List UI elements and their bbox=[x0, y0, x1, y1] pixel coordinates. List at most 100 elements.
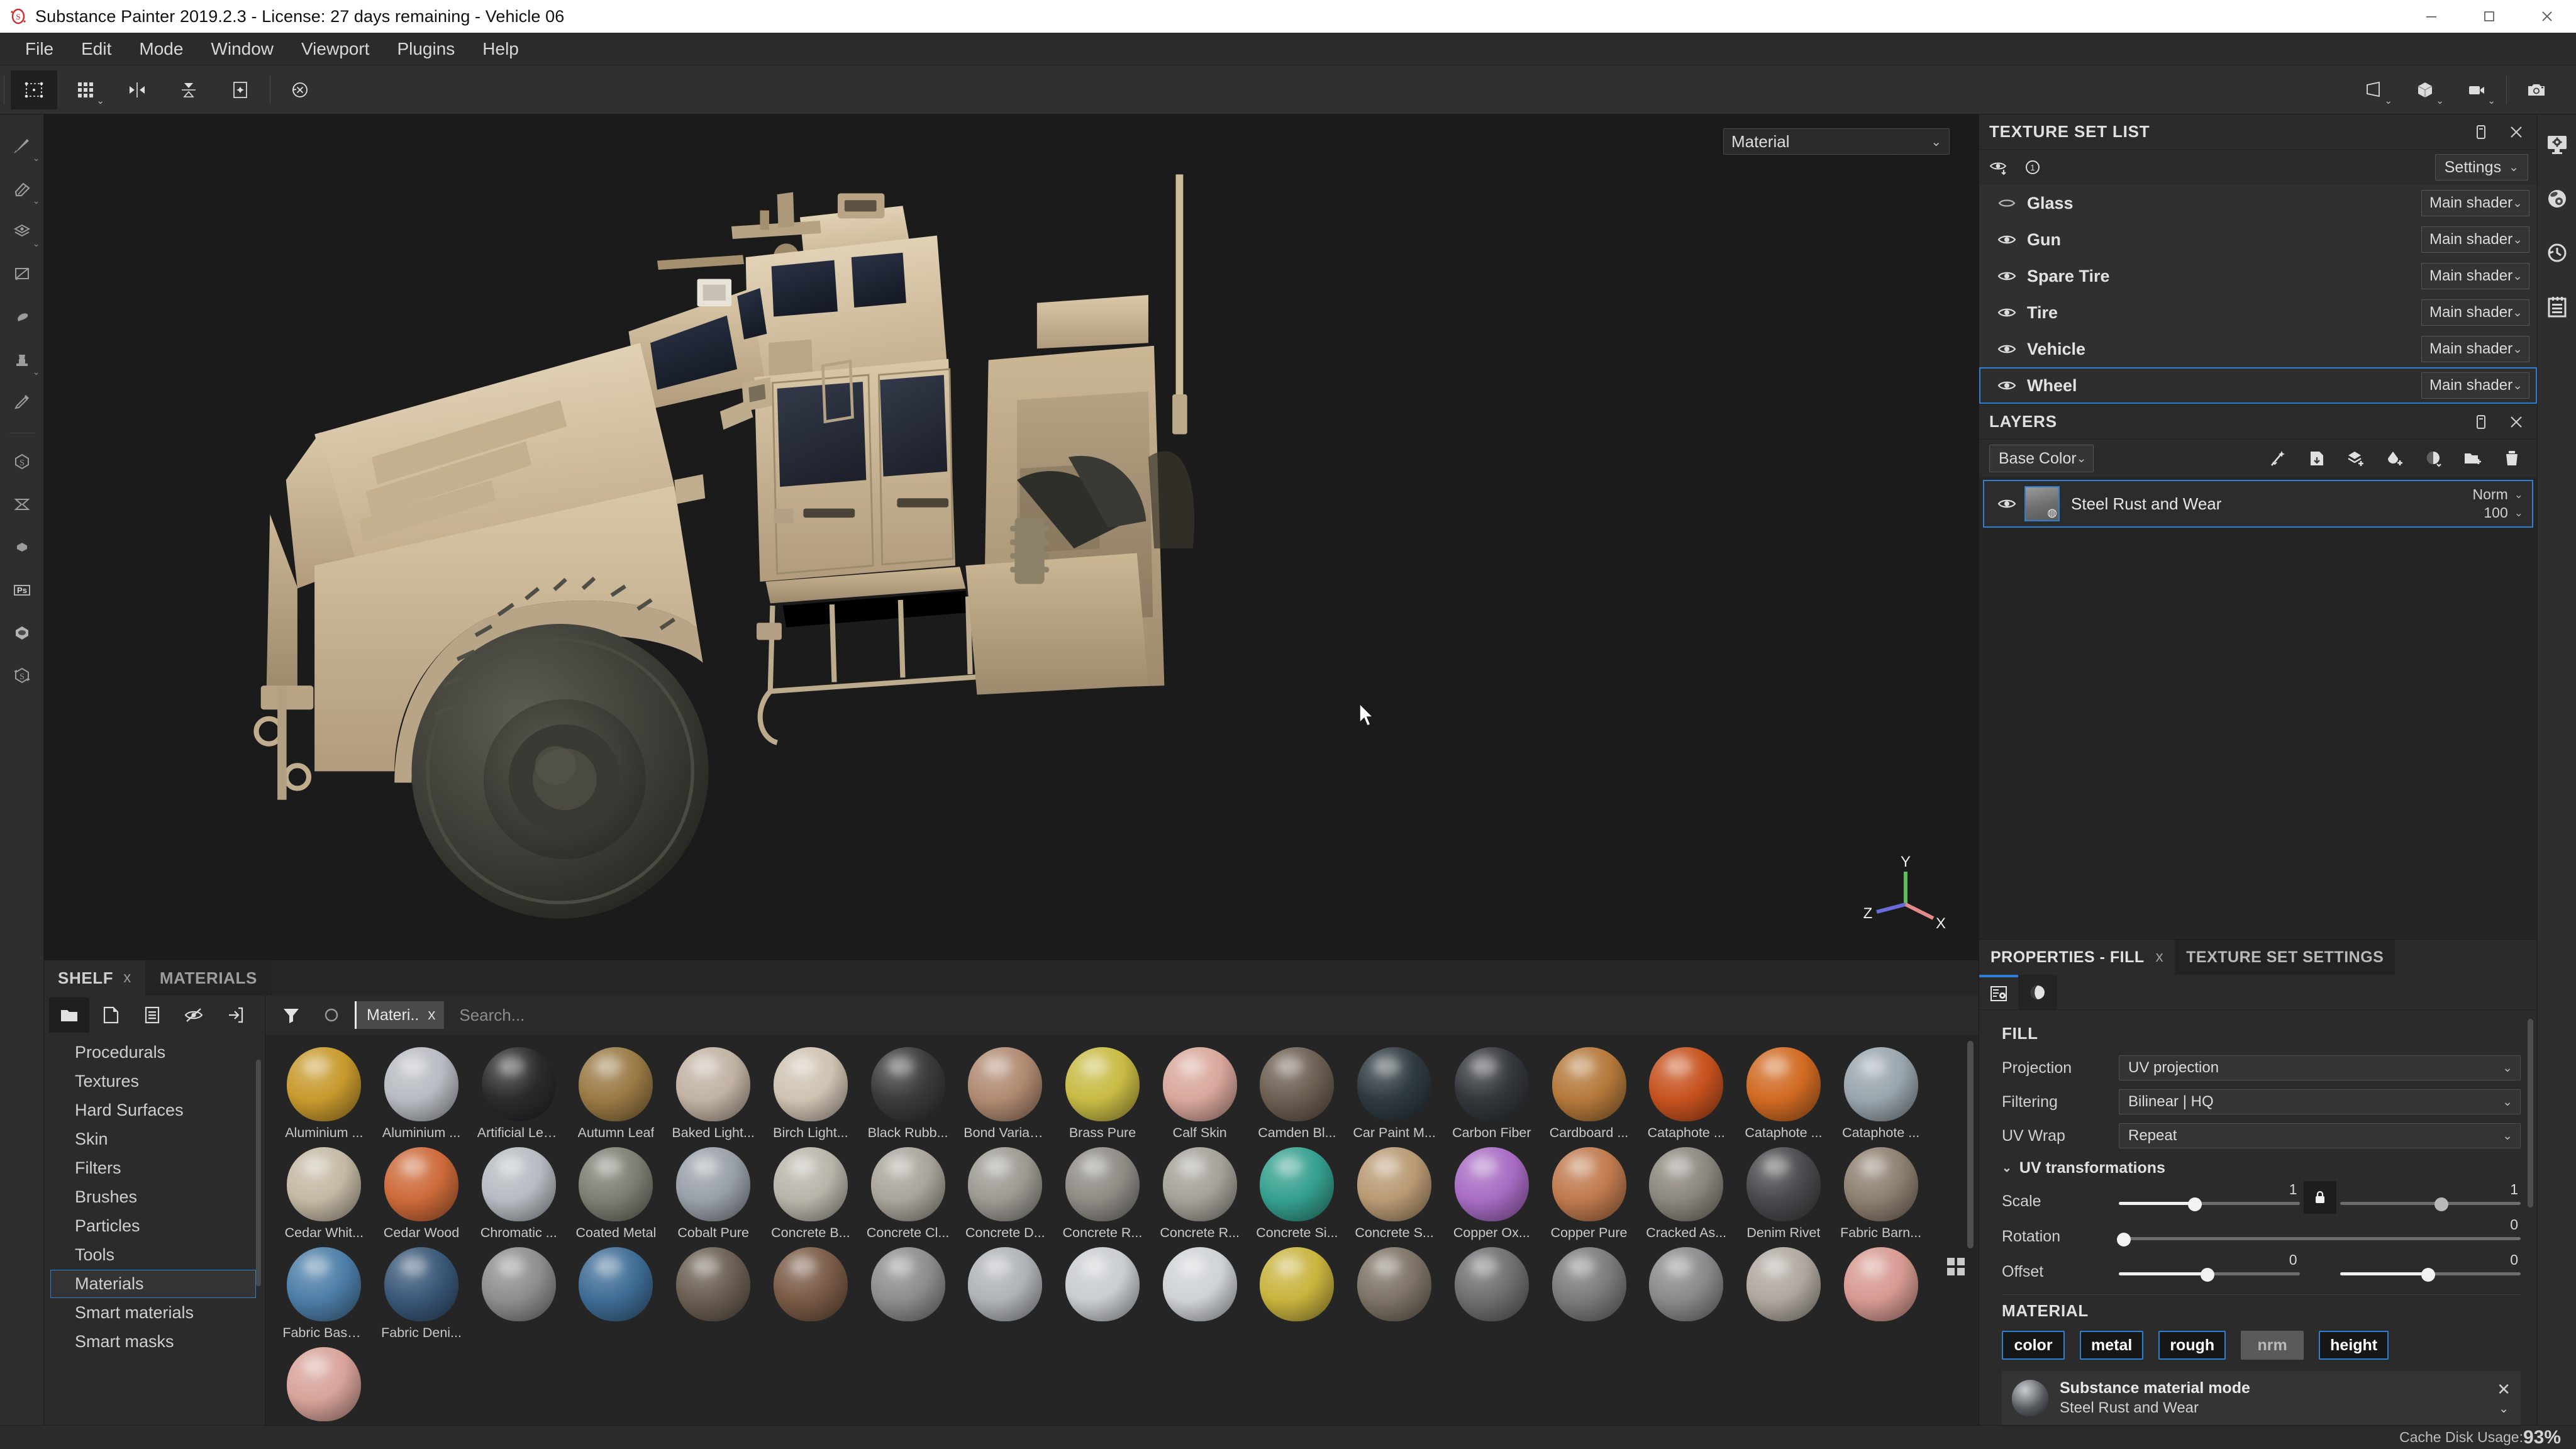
material-thumbnail-cell[interactable]: Concrete B... bbox=[762, 1141, 860, 1241]
smudge-icon[interactable] bbox=[3, 297, 42, 336]
material-channel-nrm[interactable]: nrm bbox=[2241, 1331, 2304, 1360]
list-view-icon[interactable] bbox=[132, 997, 172, 1033]
material-thumbnail-cell[interactable]: Concrete S... bbox=[1346, 1141, 1443, 1241]
material-thumbnail-cell[interactable]: Fabric Base... bbox=[275, 1241, 373, 1341]
eye-visible-icon[interactable] bbox=[1994, 303, 2019, 322]
slider-knob[interactable] bbox=[2187, 1197, 2202, 1211]
shelf-cat-procedurals[interactable]: Procedurals bbox=[50, 1038, 256, 1067]
eye-visible-icon[interactable] bbox=[1994, 267, 2019, 286]
close-icon[interactable]: x bbox=[123, 969, 131, 987]
material-thumbnail-cell[interactable]: Camden Bl... bbox=[1248, 1041, 1346, 1141]
sketchfab-icon[interactable] bbox=[3, 613, 42, 652]
material-thumbnail-cell[interactable]: Fabric Deni... bbox=[373, 1241, 470, 1341]
material-thumbnail-cell[interactable]: Black Rubb... bbox=[859, 1041, 957, 1141]
shelf-cat-materials[interactable]: Materials bbox=[50, 1270, 256, 1298]
shelf-cat-brushes[interactable]: Brushes bbox=[50, 1183, 256, 1211]
texture-set-row[interactable]: Gun Main shader ⌄ bbox=[1979, 221, 2537, 258]
tab-texture-set-settings[interactable]: TEXTURE SET SETTINGS bbox=[2175, 940, 2396, 975]
material-thumbnail-cell[interactable]: Fabric Barn... bbox=[1832, 1141, 1929, 1241]
material-thumbnail-cell[interactable]: Denim Rivet bbox=[1735, 1141, 1833, 1241]
add-fill-layer-icon[interactable] bbox=[2343, 446, 2368, 471]
material-thumbnail-cell[interactable] bbox=[859, 1241, 957, 1341]
substance-share-icon[interactable] bbox=[3, 528, 42, 567]
slider-knob[interactable] bbox=[2116, 1233, 2131, 1246]
material-thumbnail-cell[interactable] bbox=[275, 1341, 373, 1425]
anchor-point-icon[interactable] bbox=[2304, 446, 2329, 471]
material-channel-height[interactable]: height bbox=[2319, 1331, 2389, 1360]
properties-scrollbar[interactable] bbox=[2528, 1019, 2533, 1208]
bake-hourglass-icon[interactable] bbox=[3, 485, 42, 524]
shelf-cat-filters[interactable]: Filters bbox=[50, 1154, 256, 1182]
trash-icon[interactable] bbox=[2499, 446, 2524, 471]
lock-closed-icon[interactable] bbox=[2303, 1181, 2336, 1214]
add-paint-layer-icon[interactable] bbox=[2382, 446, 2407, 471]
layer-row[interactable]: ◍ Steel Rust and Wear Norm ⌄ 100 ⌄ bbox=[1983, 480, 2533, 528]
material-thumbnail-cell[interactable]: Aluminium ... bbox=[373, 1041, 470, 1141]
material-channel-metal[interactable]: metal bbox=[2080, 1331, 2144, 1360]
material-thumbnail-cell[interactable]: Birch Light... bbox=[762, 1041, 860, 1141]
material-thumbnail-cell[interactable] bbox=[1248, 1241, 1346, 1341]
close-icon[interactable] bbox=[2506, 411, 2527, 433]
material-thumbnail-cell[interactable]: Cataphote ... bbox=[1832, 1041, 1929, 1141]
eraser-icon[interactable]: ⌄ bbox=[3, 169, 42, 208]
clock-history-icon[interactable] bbox=[2541, 236, 2573, 269]
projection-icon[interactable]: ⌄ bbox=[3, 211, 42, 250]
shader-selector[interactable]: Main shader ⌄ bbox=[2421, 372, 2529, 399]
material-grid-scrollbar[interactable] bbox=[1967, 1041, 1974, 1248]
substance-launcher-icon[interactable]: S bbox=[3, 656, 42, 695]
undock-panel-icon[interactable] bbox=[2470, 411, 2492, 433]
menu-edit[interactable]: Edit bbox=[67, 35, 125, 63]
menu-window[interactable]: Window bbox=[197, 35, 287, 63]
offset-v-slider[interactable]: 0 bbox=[2340, 1252, 2521, 1284]
chevron-down-icon[interactable]: ⌄ bbox=[2499, 1402, 2509, 1416]
close-icon[interactable]: x bbox=[2156, 948, 2164, 966]
add-mask-icon[interactable] bbox=[2421, 446, 2446, 471]
material-thumbnail-cell[interactable] bbox=[567, 1241, 665, 1341]
photoshop-ps-icon[interactable]: Ps bbox=[3, 570, 42, 609]
sphere-preview-icon[interactable] bbox=[2018, 975, 2057, 1009]
tab-properties-fill[interactable]: PROPERTIES - FILL x bbox=[1979, 940, 2175, 975]
slider-knob[interactable] bbox=[2434, 1197, 2448, 1211]
shelf-cat-smart-masks[interactable]: Smart masks bbox=[50, 1328, 256, 1356]
material-thumbnail-cell[interactable]: Chromatic ... bbox=[470, 1141, 567, 1241]
shader-selector[interactable]: Main shader ⌄ bbox=[2421, 299, 2529, 326]
polygon-fill-icon[interactable] bbox=[3, 254, 42, 293]
menu-viewport[interactable]: Viewport bbox=[287, 35, 383, 63]
reset-cancel-icon[interactable] bbox=[277, 70, 323, 109]
tab-materials[interactable]: MATERIALS bbox=[145, 960, 272, 996]
material-thumbnail-cell[interactable]: Concrete D... bbox=[957, 1141, 1054, 1241]
material-thumbnail-cell[interactable]: Coated Metal bbox=[567, 1141, 665, 1241]
texture-set-row[interactable]: Spare Tire Main shader ⌄ bbox=[1979, 258, 2537, 294]
material-thumbnail-cell[interactable] bbox=[1151, 1241, 1248, 1341]
material-thumbnail-cell[interactable]: Baked Light... bbox=[665, 1041, 762, 1141]
layer-channel-selector[interactable]: Base Color ⌄ bbox=[1989, 445, 2094, 472]
eye-visible-icon[interactable] bbox=[1993, 494, 2021, 513]
grid-view-icon[interactable] bbox=[1942, 1253, 1970, 1280]
shelf-cat-smart-materials[interactable]: Smart materials bbox=[50, 1299, 256, 1327]
add-folder-icon[interactable] bbox=[2460, 446, 2485, 471]
layer-blend-mode[interactable]: Norm ⌄ bbox=[2473, 486, 2523, 503]
marquee-select-icon[interactable] bbox=[11, 70, 57, 109]
material-thumbnail-cell[interactable] bbox=[1638, 1241, 1735, 1341]
perspective-view-icon[interactable]: ⌄ bbox=[2350, 70, 2397, 109]
shelf-cat-textures[interactable]: Textures bbox=[50, 1067, 256, 1096]
properties-sliders-icon[interactable] bbox=[1979, 975, 2018, 1009]
shader-selector[interactable]: Main shader ⌄ bbox=[2421, 336, 2529, 362]
eye-visible-icon[interactable] bbox=[1994, 376, 2019, 395]
material-thumbnail-cell[interactable]: Cobalt Pure bbox=[665, 1141, 762, 1241]
material-thumbnail-cell[interactable]: Cardboard ... bbox=[1540, 1041, 1638, 1141]
clone-stamp-icon[interactable]: ⌄ bbox=[3, 340, 42, 379]
material-thumbnail-cell[interactable]: Artificial Lea... bbox=[470, 1041, 567, 1141]
eyedropper-icon[interactable] bbox=[3, 382, 42, 421]
material-thumbnail-cell[interactable]: Concrete R... bbox=[1151, 1141, 1248, 1241]
texture-set-settings-button[interactable]: Settings ⌄ bbox=[2434, 154, 2528, 180]
search-input[interactable]: Search... bbox=[450, 999, 1970, 1031]
material-thumbnail-cell[interactable]: Cracked As... bbox=[1638, 1141, 1735, 1241]
material-thumbnail-cell[interactable] bbox=[762, 1241, 860, 1341]
scale-u-slider[interactable]: 1 bbox=[2119, 1181, 2300, 1214]
layer-thumbnail[interactable]: ◍ bbox=[2024, 486, 2060, 521]
camera-video-icon[interactable]: ⌄ bbox=[2453, 70, 2500, 109]
eye-visible-icon[interactable] bbox=[1994, 340, 2019, 358]
material-thumbnail-cell[interactable] bbox=[1832, 1241, 1929, 1341]
substance-material-mode[interactable]: Substance material mode Steel Rust and W… bbox=[2002, 1371, 2521, 1425]
